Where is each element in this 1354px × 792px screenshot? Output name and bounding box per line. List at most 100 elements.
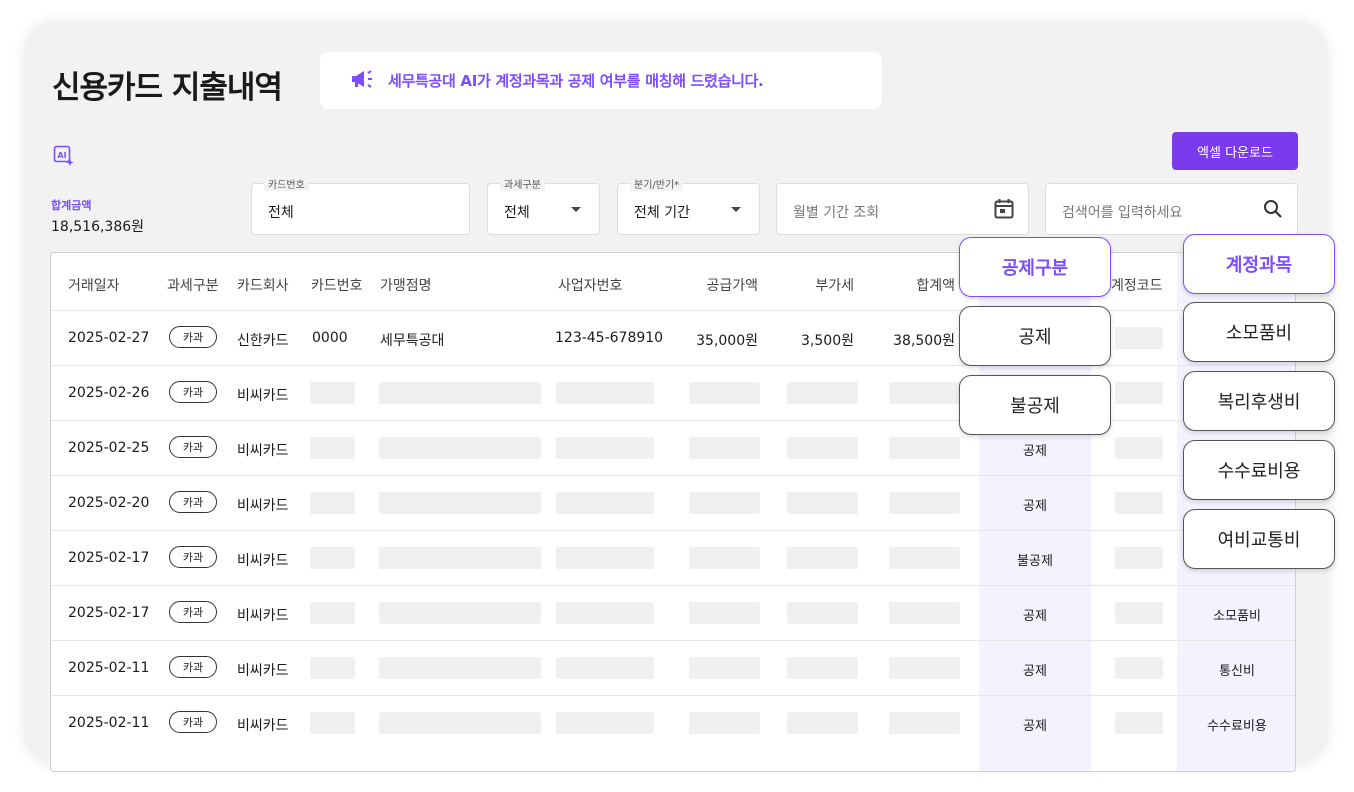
cell-bizno: 123-45-678910 bbox=[555, 330, 664, 346]
placeholder-cell bbox=[379, 657, 541, 679]
cell-deduct[interactable]: 불공제 bbox=[979, 550, 1091, 569]
table-row[interactable]: 2025-02-11 카과 비씨카드 공제 통신비 bbox=[51, 640, 1295, 696]
account-header-callout: 계정과목 bbox=[1183, 234, 1335, 294]
cell-account[interactable]: 통신비 bbox=[1177, 660, 1295, 679]
placeholder-cell bbox=[310, 547, 355, 569]
placeholder-cell bbox=[556, 657, 654, 679]
account-option[interactable]: 소모품비 bbox=[1183, 302, 1335, 362]
cell-account[interactable]: 소모품비 bbox=[1177, 605, 1295, 624]
placeholder-cell bbox=[556, 602, 654, 624]
header-total: 합계액 bbox=[916, 278, 955, 294]
cell-company: 비씨카드 bbox=[237, 663, 289, 679]
table-row[interactable]: 2025-02-11 카과 비씨카드 공제 수수료비용 bbox=[51, 695, 1295, 751]
cell-company: 비씨카드 bbox=[237, 608, 289, 624]
month-range-placeholder: 월별 기간 조회 bbox=[793, 205, 880, 221]
period-select[interactable]: 분기/반기* 전체 기간 bbox=[617, 176, 760, 235]
placeholder-cell bbox=[689, 602, 760, 624]
placeholder-cell bbox=[787, 547, 858, 569]
header-cardno: 카드번호 bbox=[311, 278, 363, 294]
placeholder-cell bbox=[379, 492, 541, 514]
cell-deduct[interactable]: 공제 bbox=[979, 495, 1091, 514]
excel-download-button[interactable]: 엑셀 다운로드 bbox=[1172, 132, 1298, 170]
tax-type-label: 과세구분 bbox=[500, 176, 545, 191]
placeholder-cell bbox=[1115, 437, 1163, 459]
placeholder-cell bbox=[689, 382, 760, 404]
placeholder-cell bbox=[1115, 712, 1163, 734]
header-tax: 과세구분 bbox=[167, 278, 219, 294]
card-number-value: 전체 bbox=[268, 205, 294, 221]
deduct-header-callout: 공제구분 bbox=[959, 237, 1111, 297]
cell-company: 비씨카드 bbox=[237, 443, 289, 459]
placeholder-cell bbox=[310, 602, 355, 624]
placeholder-cell bbox=[787, 382, 858, 404]
tax-badge: 카과 bbox=[169, 381, 217, 403]
cell-cardno: 0000 bbox=[312, 330, 348, 346]
calendar-icon[interactable] bbox=[994, 198, 1014, 224]
cell-deduct[interactable]: 공제 bbox=[979, 715, 1091, 734]
cell-date: 2025-02-17 bbox=[68, 550, 150, 566]
chevron-down-icon bbox=[571, 207, 581, 212]
deduct-option[interactable]: 공제 bbox=[959, 306, 1111, 366]
search-field[interactable]: 검색어를 입력하세요 bbox=[1045, 183, 1298, 235]
placeholder-cell bbox=[556, 437, 654, 459]
deduct-option[interactable]: 불공제 bbox=[959, 375, 1111, 435]
search-input[interactable]: 검색어를 입력하세요 bbox=[1062, 202, 1182, 222]
tax-badge: 카과 bbox=[169, 656, 217, 678]
card-number-label: 카드번호 bbox=[264, 176, 309, 191]
placeholder-cell bbox=[310, 712, 355, 734]
tax-type-select[interactable]: 과세구분 전체 bbox=[487, 176, 600, 235]
cell-merchant: 세무특공대 bbox=[380, 333, 445, 349]
account-option[interactable]: 복리후생비 bbox=[1183, 371, 1335, 431]
tax-badge: 카과 bbox=[169, 711, 217, 733]
cell-date: 2025-02-11 bbox=[68, 660, 150, 676]
cell-date: 2025-02-25 bbox=[68, 440, 150, 456]
table-row[interactable]: 2025-02-17 카과 비씨카드 공제 소모품비 bbox=[51, 585, 1295, 641]
placeholder-cell bbox=[310, 382, 355, 404]
table-row[interactable]: 2025-02-20 카과 비씨카드 공제 bbox=[51, 475, 1295, 531]
cell-date: 2025-02-27 bbox=[68, 330, 150, 346]
placeholder-cell bbox=[1115, 657, 1163, 679]
placeholder-cell bbox=[379, 382, 541, 404]
period-value: 전체 기간 bbox=[634, 205, 690, 221]
month-range-field[interactable]: 월별 기간 조회 bbox=[776, 183, 1029, 235]
header-bizno: 사업자번호 bbox=[558, 278, 623, 294]
placeholder-cell bbox=[1115, 547, 1163, 569]
placeholder-cell bbox=[556, 712, 654, 734]
placeholder-cell bbox=[889, 657, 960, 679]
header-merchant: 가맹점명 bbox=[380, 278, 432, 294]
ai-icon[interactable]: AI bbox=[53, 145, 75, 171]
total-amount-label: 합계금액 bbox=[51, 199, 92, 212]
cell-supply: 35,000원 bbox=[696, 333, 758, 349]
cell-date: 2025-02-11 bbox=[68, 715, 150, 731]
cell-total: 38,500원 bbox=[893, 333, 955, 349]
cell-date: 2025-02-20 bbox=[68, 495, 150, 511]
cell-deduct[interactable]: 공제 bbox=[979, 660, 1091, 679]
account-option[interactable]: 수수료비용 bbox=[1183, 440, 1335, 500]
tax-badge: 카과 bbox=[169, 326, 217, 348]
placeholder-cell bbox=[889, 712, 960, 734]
account-option[interactable]: 여비교통비 bbox=[1183, 509, 1335, 569]
placeholder-cell bbox=[1115, 327, 1163, 349]
tax-badge: 카과 bbox=[169, 491, 217, 513]
placeholder-cell bbox=[379, 602, 541, 624]
header-code: 계정코드 bbox=[1111, 278, 1163, 294]
placeholder-cell bbox=[889, 382, 960, 404]
header-company: 카드회사 bbox=[237, 278, 289, 294]
cell-company: 비씨카드 bbox=[237, 553, 289, 569]
cell-account[interactable]: 수수료비용 bbox=[1177, 715, 1295, 734]
placeholder-cell bbox=[787, 437, 858, 459]
search-icon[interactable] bbox=[1263, 199, 1283, 223]
placeholder-cell bbox=[889, 437, 960, 459]
cell-deduct[interactable]: 공제 bbox=[979, 440, 1091, 459]
placeholder-cell bbox=[787, 657, 858, 679]
placeholder-cell bbox=[787, 492, 858, 514]
cell-deduct[interactable]: 공제 bbox=[979, 605, 1091, 624]
placeholder-cell bbox=[1115, 492, 1163, 514]
ai-notice-banner: 세무특공대 AI가 계정과목과 공제 여부를 매칭해 드렸습니다. bbox=[320, 52, 882, 109]
placeholder-cell bbox=[310, 657, 355, 679]
card-number-select[interactable]: 카드번호 전체 bbox=[251, 176, 470, 235]
table-row[interactable]: 2025-02-17 카과 비씨카드 불공제 bbox=[51, 530, 1295, 586]
cell-company: 비씨카드 bbox=[237, 498, 289, 514]
period-label: 분기/반기* bbox=[630, 176, 684, 191]
cell-vat: 3,500원 bbox=[801, 333, 854, 349]
